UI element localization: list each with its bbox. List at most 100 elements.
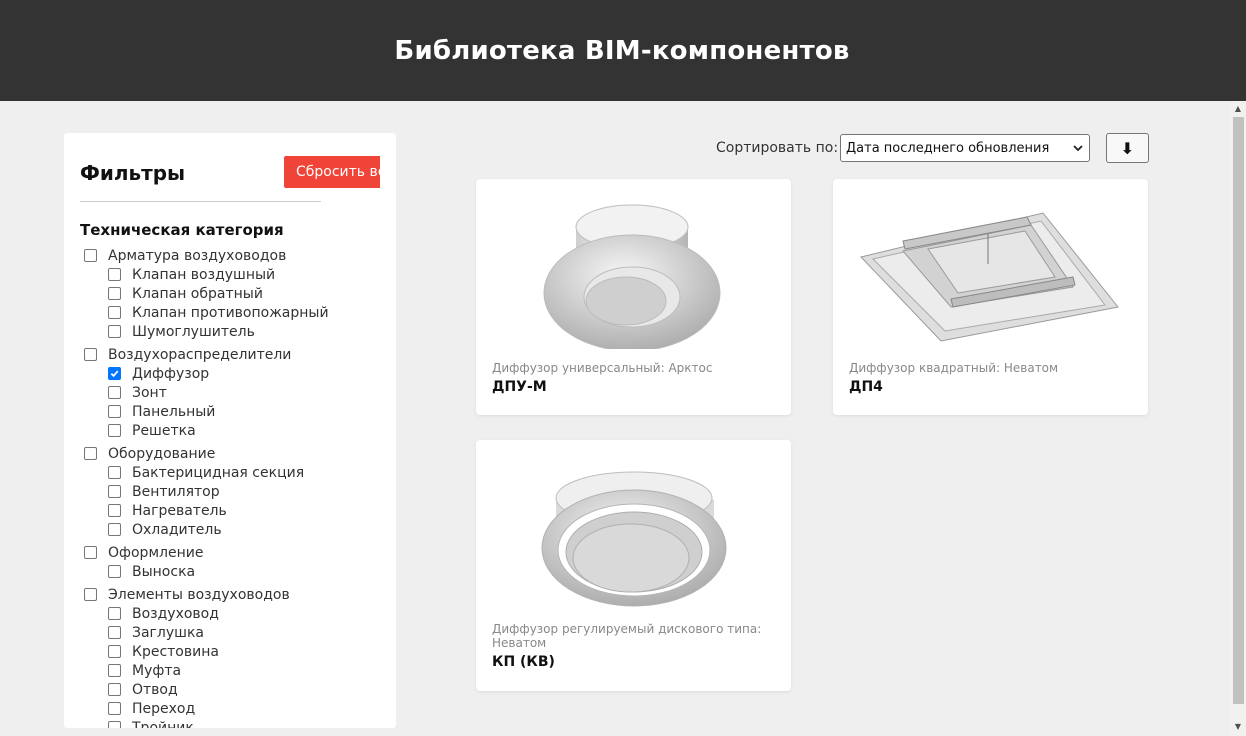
filter-subcategory-label: Муфта (132, 662, 182, 679)
filter-subcategory[interactable]: Нагреватель (84, 501, 374, 520)
component-card[interactable]: Диффузор квадратный: Неватом ДП4 (833, 179, 1148, 415)
filter-subcategory[interactable]: Отвод (84, 680, 374, 699)
card-name: ДПУ-М (492, 379, 547, 395)
page-scrollbar-thumb[interactable] (1233, 117, 1244, 704)
filter-subcategory[interactable]: Охладитель (84, 520, 374, 539)
filter-subcategory[interactable]: Воздуховод (84, 604, 374, 623)
filter-subcategory[interactable]: Муфта (84, 661, 374, 680)
filter-subcategory-label: Клапан противопожарный (132, 304, 329, 321)
page-title: Библиотека BIM-компонентов (394, 35, 850, 66)
checkbox[interactable] (108, 268, 121, 281)
filter-subcategory[interactable]: Панельный (84, 402, 374, 421)
component-card[interactable]: Диффузор регулируемый дискового типа: Не… (476, 440, 791, 691)
filter-subcategory-label: Решетка (132, 422, 196, 439)
section-title-tech-category: Техническая категория (80, 221, 284, 239)
sort-label: Сортировать по: (716, 140, 839, 156)
filter-subcategory[interactable]: Вентилятор (84, 482, 374, 501)
filter-category-label: Воздухораспределители (108, 346, 292, 363)
filter-category-label: Оформление (108, 544, 204, 561)
filter-category-label: Оборудование (108, 445, 216, 462)
filter-subcategory-label: Охладитель (132, 521, 222, 538)
checkbox[interactable] (108, 664, 121, 677)
round-diffuser-icon (543, 204, 721, 349)
checkbox[interactable] (108, 607, 121, 620)
card-name: ДП4 (849, 379, 883, 395)
checkbox[interactable] (108, 424, 121, 437)
filter-subcategory[interactable]: Зонт (84, 383, 374, 402)
filter-subcategory[interactable]: Клапан обратный (84, 284, 374, 303)
filters-title: Фильтры (80, 161, 186, 185)
filter-category[interactable]: Элементы воздуховодов (84, 585, 374, 604)
filter-subcategory-label: Зонт (132, 384, 167, 401)
filter-subcategory-label: Бактерицидная секция (132, 464, 305, 481)
filter-subcategory[interactable]: Переход (84, 699, 374, 718)
filter-subcategory[interactable]: Решетка (84, 421, 374, 440)
checkbox[interactable] (108, 523, 121, 536)
chevron-down-icon (1073, 145, 1083, 152)
checkbox[interactable] (84, 546, 97, 559)
checkbox[interactable] (108, 367, 121, 380)
filters-divider (80, 201, 321, 202)
checkbox[interactable] (108, 721, 121, 728)
filter-subcategory[interactable]: Заглушка (84, 623, 374, 642)
checkbox[interactable] (108, 466, 121, 479)
checkbox[interactable] (108, 325, 121, 338)
checkbox[interactable] (108, 683, 121, 696)
checkbox[interactable] (108, 405, 121, 418)
checkbox[interactable] (108, 626, 121, 639)
checkbox[interactable] (108, 645, 121, 658)
checkbox[interactable] (108, 306, 121, 319)
filter-category[interactable]: Арматура воздуховодов (84, 246, 374, 265)
checkbox[interactable] (84, 348, 97, 361)
scroll-down-icon[interactable]: ▼ (1230, 722, 1246, 732)
filter-subcategory-label: Выноска (132, 563, 196, 580)
filter-subcategory-label: Переход (132, 700, 196, 717)
card-name: КП (КВ) (492, 654, 555, 670)
filter-subcategory[interactable]: Шумоглушитель (84, 322, 374, 341)
arrow-down-icon: ⬇ (1120, 138, 1135, 158)
component-card[interactable]: Диффузор универсальный: Арктос ДПУ-М (476, 179, 791, 415)
filter-subcategory[interactable]: Бактерицидная секция (84, 463, 374, 482)
filter-subcategory-label: Воздуховод (132, 605, 219, 622)
sort-direction-button[interactable]: ⬇ (1106, 133, 1149, 163)
filter-subcategory[interactable]: Клапан воздушный (84, 265, 374, 284)
filter-subcategory[interactable]: Крестовина (84, 642, 374, 661)
filter-subcategory-label: Заглушка (132, 624, 204, 641)
checkbox[interactable] (108, 702, 121, 715)
filters-content: Фильтры Сбросить все Техническая категор… (64, 133, 380, 728)
card-description: Диффузор квадратный: Неватом (849, 361, 1059, 375)
category-tree: Арматура воздуховодов Клапан воздушный Кла… (84, 246, 374, 728)
checkbox[interactable] (108, 504, 121, 517)
checkbox[interactable] (108, 565, 121, 578)
filter-category[interactable]: Оборудование (84, 444, 374, 463)
checkbox[interactable] (84, 588, 97, 601)
square-diffuser-icon (860, 212, 1119, 342)
card-description: Диффузор универсальный: Арктос (492, 361, 713, 375)
filter-subcategory[interactable]: Диффузор (84, 364, 374, 383)
checkbox[interactable] (108, 386, 121, 399)
sort-select[interactable]: Дата последнего обновления (840, 134, 1090, 162)
disc-diffuser-icon (541, 471, 727, 607)
filter-subcategory-label: Клапан воздушный (132, 266, 276, 283)
checkbox[interactable] (108, 485, 121, 498)
filter-subcategory-label: Нагреватель (132, 502, 227, 519)
filter-subcategory-label: Панельный (132, 403, 216, 420)
checkbox[interactable] (84, 249, 97, 262)
filter-subcategory-label: Отвод (132, 681, 178, 698)
filter-category[interactable]: Воздухораспределители (84, 345, 374, 364)
filter-subcategory-label: Диффузор (132, 365, 210, 382)
filter-category-label: Элементы воздуховодов (108, 586, 290, 603)
reset-all-button[interactable]: Сбросить все (284, 156, 380, 188)
filter-subcategory[interactable]: Тройник (84, 718, 374, 728)
filter-subcategory-label: Шумоглушитель (132, 323, 255, 340)
checkbox[interactable] (84, 447, 97, 460)
filter-subcategory[interactable]: Клапан противопожарный (84, 303, 374, 322)
scroll-up-icon[interactable]: ▲ (1230, 104, 1246, 114)
filter-subcategory-label: Тройник (132, 719, 194, 729)
filter-category-label: Арматура воздуховодов (108, 247, 287, 264)
checkbox[interactable] (108, 287, 121, 300)
filter-subcategory[interactable]: Выноска (84, 562, 374, 581)
filter-category[interactable]: Оформление (84, 543, 374, 562)
card-description: Диффузор регулируемый дискового типа: Не… (492, 622, 762, 650)
page-header: Библиотека BIM-компонентов (0, 0, 1246, 101)
